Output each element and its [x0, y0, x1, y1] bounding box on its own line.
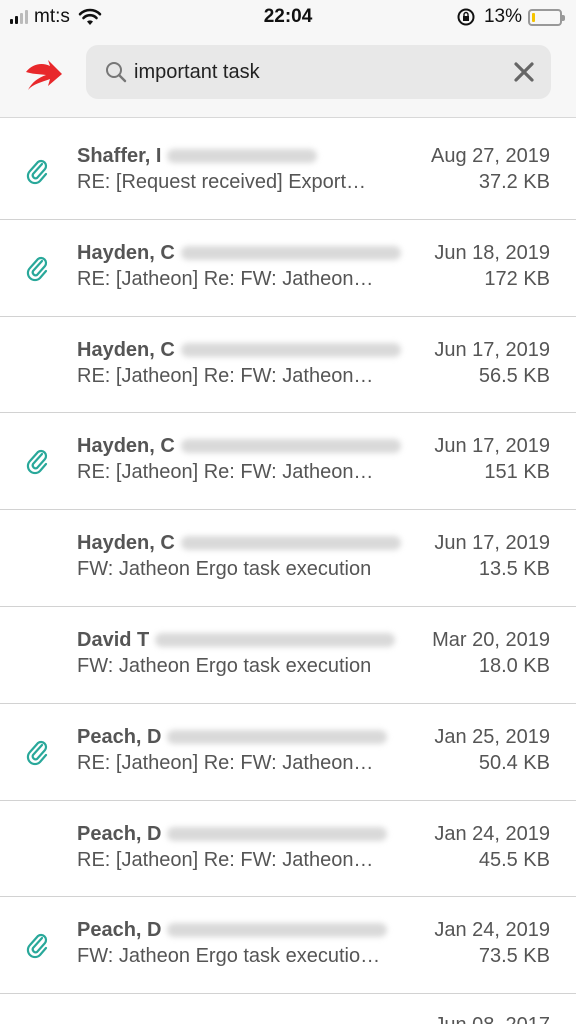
email-size: 151 KB: [484, 461, 550, 484]
search-input[interactable]: [134, 53, 494, 91]
sender-name: Peach, D: [77, 725, 388, 749]
email-date: Jun 08, 2017: [434, 1014, 550, 1024]
email-date: Jun 18, 2019: [434, 241, 550, 264]
email-size: 37.2 KB: [478, 171, 550, 193]
email-size: 73.5 KB: [478, 945, 550, 968]
paperclip-icon: [26, 450, 48, 475]
email-size: 13.5 KB: [478, 558, 550, 581]
sender-text: Hayden, C: [77, 435, 175, 458]
sender-name: Peach, D: [77, 919, 388, 942]
email-size: 18.0 KB: [478, 654, 550, 677]
email-row[interactable]: Peach, D Jan 25, 2019 RE: [Jatheon] Re: FW…: [0, 704, 576, 801]
rotation-lock-icon: [457, 8, 475, 26]
email-date: Jan 24, 2019: [434, 822, 550, 845]
search-header: [0, 34, 576, 118]
sender-name: Hayden, C: [77, 241, 401, 265]
paperclip-icon: [26, 256, 48, 281]
status-right: 13%: [456, 6, 565, 28]
email-size: 56.5 KB: [478, 364, 550, 387]
email-row[interactable]: Hayden, C Jun 18, 2019 RE: [Jatheon] Re: F…: [0, 220, 576, 317]
email-list: Shaffer, I Aug 27, 2019 RE: [Request recei…: [0, 123, 576, 1024]
sender-name: Hayden, C: [77, 435, 401, 458]
redacted-email: [167, 923, 388, 938]
redacted-email: [180, 245, 401, 260]
sender-text: Peach, D: [77, 919, 162, 942]
email-date: Jan 25, 2019: [434, 725, 550, 748]
email-row[interactable]: Peach, D Jan 24, 2019 RE: [Jatheon] Re: FW…: [0, 801, 576, 898]
email-subject: RE: [Jatheon] Re: FW: Jatheon…: [77, 461, 374, 484]
sender-name: Shaffer, I: [77, 145, 318, 168]
sender-name: Peach, D: [77, 822, 388, 846]
email-row[interactable]: Hayden, C Jun 17, 2019 RE: [Jatheon] Re: F…: [0, 317, 576, 414]
email-row[interactable]: Hayden, C Jun 17, 2019 FW: Jatheon Ergo ta…: [0, 510, 576, 607]
email-subject: RE: [Request received] Export…: [77, 171, 367, 193]
email-subject: RE: [Jatheon] Re: FW: Jatheon…: [77, 267, 374, 290]
sender-text: Hayden, C: [77, 532, 175, 555]
redacted-email: [180, 439, 401, 454]
sender-text: Peach, D: [77, 725, 162, 748]
sender-text: David T: [77, 628, 150, 651]
email-date: Jun 17, 2019: [434, 435, 550, 458]
redacted-email: [180, 536, 401, 551]
redacted-email: [155, 632, 396, 647]
battery-percent: 13%: [483, 6, 522, 27]
email-row-partial[interactable]: Jun 08, 2017: [0, 994, 576, 1024]
email-size: 50.4 KB: [478, 751, 550, 774]
red-bird-logo-icon[interactable]: [24, 56, 64, 92]
sender-name: Hayden, C: [77, 338, 401, 362]
redacted-email: [167, 729, 388, 744]
email-subject: FW: Jatheon Ergo task executio…: [77, 945, 381, 968]
close-icon[interactable]: [513, 61, 535, 83]
status-bar: mt:s 22:04 13%: [0, 0, 576, 34]
sender-name: Hayden, C: [77, 532, 401, 555]
sender-text: Hayden, C: [77, 241, 175, 264]
redacted-email: [167, 149, 318, 163]
battery-icon: [528, 8, 565, 26]
email-subject: RE: [Jatheon] Re: FW: Jatheon…: [77, 848, 374, 871]
email-subject: FW: Jatheon Ergo task execution: [77, 558, 372, 581]
email-row[interactable]: Shaffer, I Aug 27, 2019 RE: [Request recei…: [0, 123, 576, 220]
email-date: Mar 20, 2019: [432, 628, 550, 651]
paperclip-icon: [26, 159, 48, 185]
email-subject: FW: Jatheon Ergo task execution: [77, 654, 372, 677]
redacted-email: [180, 342, 401, 357]
paperclip-icon: [26, 934, 48, 959]
email-row[interactable]: Hayden, C Jun 17, 2019 RE: [Jatheon] Re: F…: [0, 413, 576, 511]
battery-level: [532, 12, 536, 22]
search-bar[interactable]: [86, 45, 551, 99]
sender-name: David T: [77, 628, 396, 652]
email-date: Jun 17, 2019: [434, 532, 550, 555]
paperclip-icon: [26, 740, 48, 765]
email-date: Jan 24, 2019: [434, 919, 550, 942]
email-size: 45.5 KB: [478, 848, 550, 871]
email-subject: RE: [Jatheon] Re: FW: Jatheon…: [77, 364, 374, 387]
email-subject: RE: [Jatheon] Re: FW: Jatheon…: [77, 751, 374, 774]
email-size: 172 KB: [484, 267, 550, 290]
redacted-email: [167, 826, 388, 841]
email-date: Jun 17, 2019: [434, 338, 550, 361]
email-row[interactable]: Peach, D Jan 24, 2019 FW: Jatheon Ergo tas…: [0, 897, 576, 995]
sender-text: Peach, D: [77, 822, 162, 845]
sender-text: Shaffer, I: [77, 145, 162, 167]
sender-text: Hayden, C: [77, 338, 175, 361]
search-icon: [106, 62, 127, 83]
email-date: Aug 27, 2019: [431, 145, 550, 167]
email-row[interactable]: David T Mar 20, 2019 FW: Jatheon Ergo task…: [0, 607, 576, 704]
